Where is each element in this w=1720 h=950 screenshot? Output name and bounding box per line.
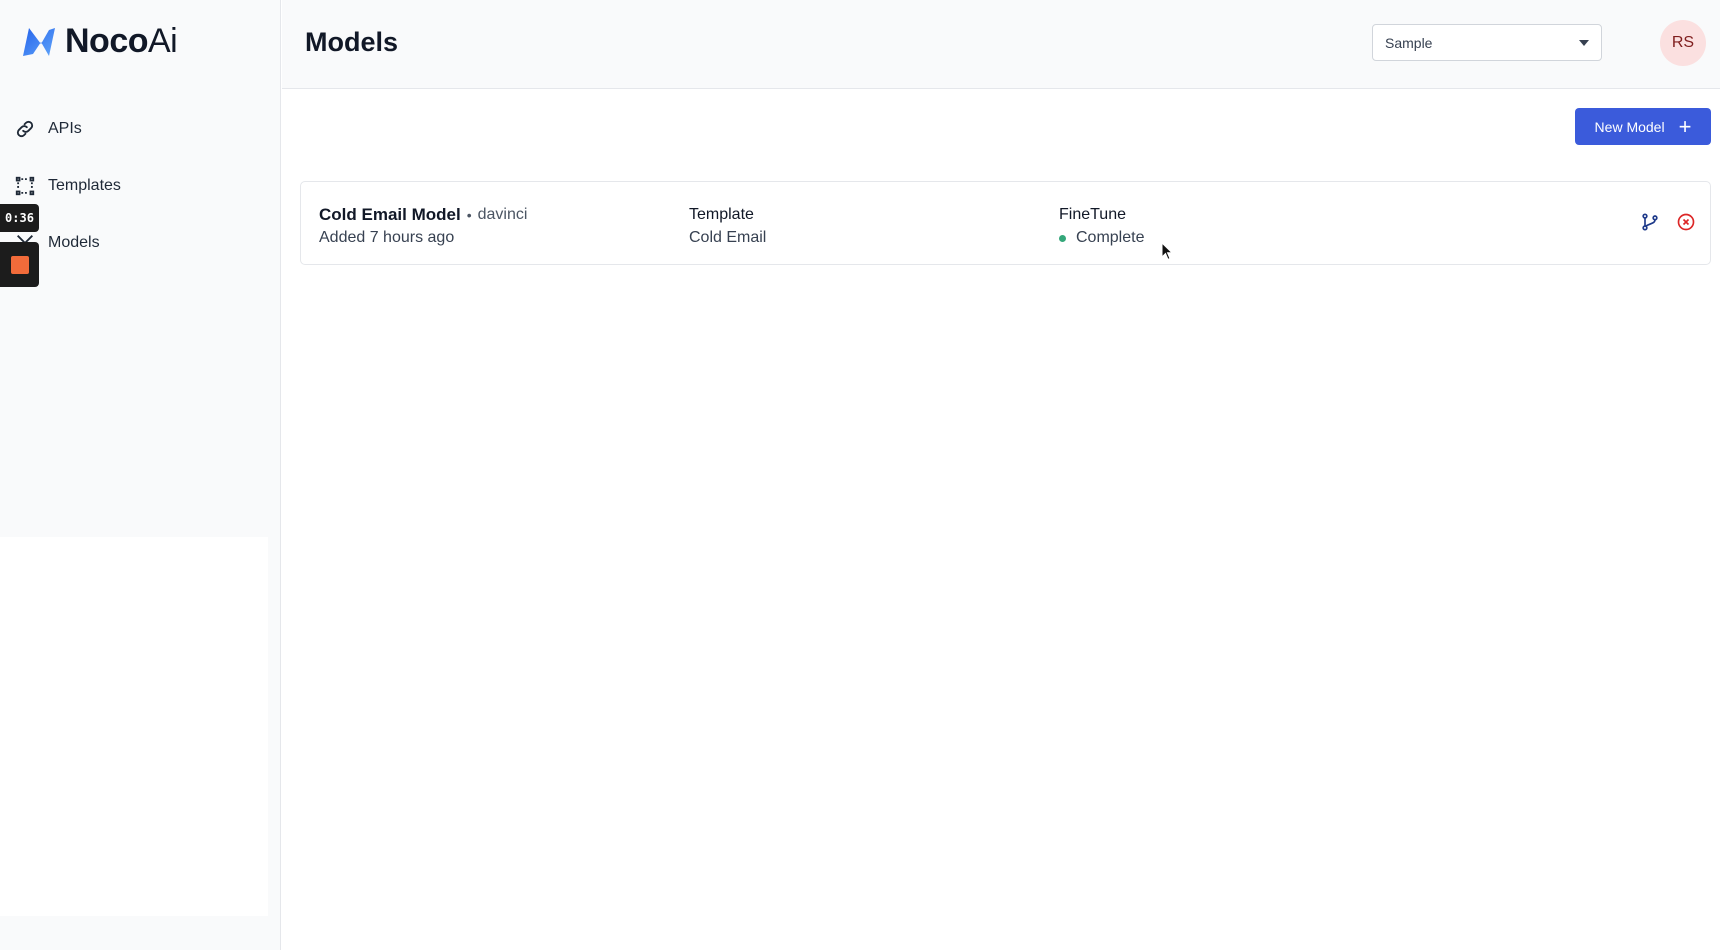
template-value: Cold Email [689, 229, 767, 246]
nocoai-logo-icon [23, 27, 55, 56]
logo-text: NocoAi [65, 22, 178, 61]
finetune-heading: FineTune [1059, 206, 1126, 223]
sidebar-empty-area [0, 537, 268, 916]
status-dot-icon [1059, 234, 1066, 242]
template-frame-icon [15, 176, 35, 195]
model-actions [1640, 212, 1696, 232]
stop-icon [10, 255, 29, 274]
page-title: Models [305, 27, 399, 57]
sidebar-item-templates[interactable]: Templates [14, 157, 264, 214]
git-branch-icon[interactable] [1640, 212, 1660, 232]
screen-recorder-overlay: 0:36 [0, 204, 40, 287]
sidebar-item-label: APIs [48, 119, 82, 137]
model-name: Cold Email Model [319, 205, 461, 224]
model-engine: davinci [477, 206, 528, 223]
chevron-down-icon [1579, 39, 1589, 46]
sidebar-item-apis[interactable]: APIs [14, 100, 264, 157]
model-template-info: Template Cold Email [689, 203, 766, 247]
sidebar-item-label: Templates [48, 176, 121, 194]
separator-dot: • [466, 207, 472, 223]
top-bar: Models Sample RS [282, 0, 1720, 89]
user-avatar[interactable]: RS [1660, 20, 1706, 66]
model-finetune-info: FineTune Complete [1059, 203, 1144, 247]
plus-icon: + [1678, 113, 1692, 139]
sidebar: NocoAi APIs Templates Models [0, 0, 281, 950]
mouse-cursor-icon [1161, 242, 1174, 261]
project-select[interactable]: Sample [1372, 24, 1602, 61]
delete-circle-x-icon[interactable] [1676, 212, 1696, 232]
recording-timer: 0:36 [0, 204, 39, 232]
sidebar-nav: APIs Templates Models [14, 100, 264, 271]
new-model-button[interactable]: New Model + [1575, 108, 1711, 145]
finetune-status: Complete [1076, 229, 1145, 246]
sidebar-item-label: Models [48, 233, 100, 251]
model-info: Cold Email Model • davinci Added 7 hours… [319, 203, 527, 247]
link-icon [16, 120, 34, 137]
sidebar-item-models[interactable]: Models [14, 214, 264, 271]
model-card[interactable]: Cold Email Model • davinci Added 7 hours… [300, 181, 1711, 265]
stop-recording-button[interactable] [0, 242, 39, 287]
logo-text-light: Ai [148, 22, 178, 60]
new-model-button-label: New Model [1594, 118, 1665, 135]
model-added-time: Added 7 hours ago [319, 229, 455, 246]
app-logo[interactable]: NocoAi [21, 22, 178, 61]
template-heading: Template [689, 206, 754, 223]
project-select-value: Sample [1385, 34, 1433, 51]
logo-text-bold: Noco [65, 22, 149, 60]
